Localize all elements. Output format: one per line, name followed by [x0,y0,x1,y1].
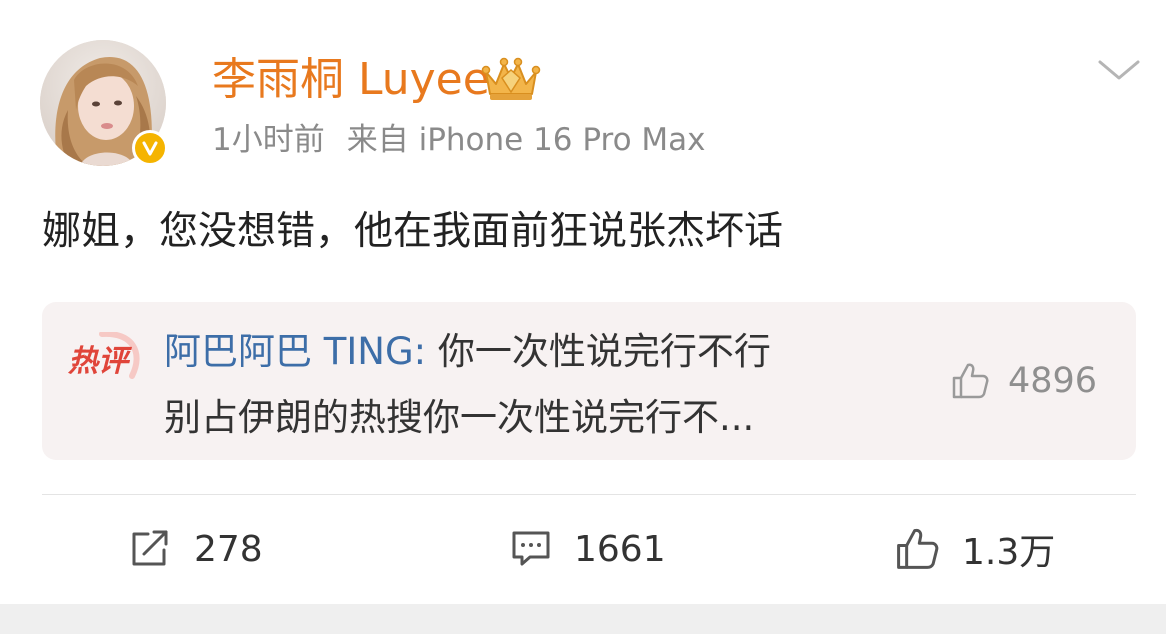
comment-count: 1661 [574,528,666,570]
weibo-post-card: 李雨桐 Luyee 1小时前 来自 iPhone 16 Pro Max 娜姐，您没… [0,0,1166,604]
thumbs-up-icon [952,363,989,399]
repost-icon [132,530,168,566]
like-button[interactable]: 1.3万 [894,522,1055,576]
author-name[interactable]: 李雨桐 Luyee [212,52,490,108]
avatar[interactable] [40,40,170,170]
verified-v-icon [132,130,168,166]
post-source: 来自 iPhone 16 Pro Max [346,122,706,158]
comment-like-button[interactable]: 4896 [950,356,1097,406]
like-count: 1.3万 [962,532,1056,573]
comment-text-1: 你一次性说完行不行 [426,330,771,373]
feed-separator [0,604,1166,634]
post-content: 娜姐，您没想错，他在我面前狂说张杰坏话 [42,209,784,254]
comment-icon [512,531,550,566]
hot-tag-label: 热评 [68,344,128,379]
repost-count: 278 [194,528,263,570]
commenter-name[interactable]: 阿巴阿巴 TING: [164,330,426,373]
crown-icon[interactable] [480,56,542,102]
thumbs-up-icon [897,528,939,569]
comment-button[interactable]: 1661 [510,522,666,576]
comment-line-2: 别占伊朗的热搜你一次性说完行不... [164,396,755,439]
divider [42,494,1136,495]
hot-comment-card[interactable]: 热评 阿巴阿巴 TING: 你一次性说完行不行 别占伊朗的热搜你一次性说完行不.… [42,302,1136,460]
comment-like-count: 4896 [1008,361,1098,401]
post-meta: 1小时前 来自 iPhone 16 Pro Max [212,118,706,162]
post-time: 1小时前 [212,122,325,158]
repost-button[interactable]: 278 [128,522,263,576]
hot-comment-tag: 热评 [62,332,142,382]
chevron-down-icon[interactable] [1096,54,1142,84]
comment-line-1: 阿巴阿巴 TING: 你一次性说完行不行 [164,328,771,376]
